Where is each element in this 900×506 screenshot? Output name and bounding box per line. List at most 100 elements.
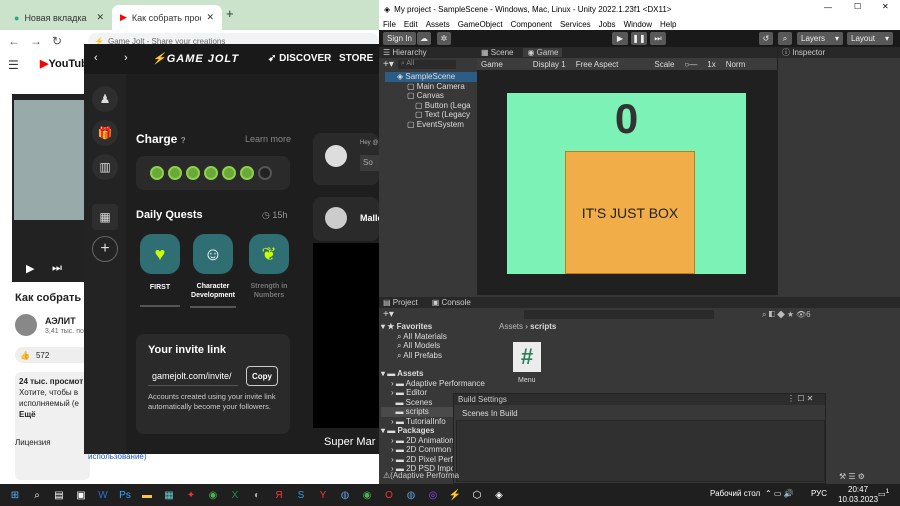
windows-start-icon[interactable]: ⊞ [4, 484, 26, 506]
forward-icon[interactable]: → [30, 34, 42, 48]
app-icon[interactable]: ✦ [180, 484, 202, 506]
nav-discover[interactable]: ➹ DISCOVER [268, 53, 331, 64]
add-icon[interactable]: +▾ [383, 59, 394, 70]
play-icon[interactable]: ▶ [612, 32, 628, 45]
tab-youtube[interactable]: ▶ Как собрать проект U ✕ [112, 5, 222, 30]
scenes-list[interactable] [456, 420, 825, 482]
excel-icon[interactable]: X [224, 484, 246, 506]
like-button[interactable]: 👍 572 [15, 347, 90, 363]
help-icon[interactable]: ? [181, 136, 186, 145]
description-box[interactable]: 24 тыс. просмот Хотите, чтобы в исполняе… [15, 372, 90, 480]
twitch-icon[interactable]: ◎ [422, 484, 444, 506]
tree-item[interactable]: ▢ Canvas [397, 91, 477, 101]
avatar[interactable] [15, 314, 37, 336]
post-title[interactable]: Super Mar [324, 436, 379, 448]
maximize-icon[interactable]: ☐ [797, 394, 804, 403]
invite-link-field[interactable]: gamejolt.com/invite/ [148, 366, 238, 386]
step-icon[interactable]: ⏭ [650, 32, 666, 45]
more-icon[interactable]: ⋮ [787, 394, 795, 403]
clock[interactable]: 20:47 10.03.2023 [838, 485, 878, 505]
tree-item[interactable]: ▢ Main Camera [397, 82, 477, 92]
menu-file[interactable]: File [383, 20, 396, 29]
notification-icon[interactable]: ▭1 [878, 488, 889, 499]
new-tab-icon[interactable]: + [226, 6, 234, 21]
display-dropdown[interactable]: Display 1 [533, 60, 566, 69]
hierarchy-search[interactable]: ⌕ All [397, 59, 456, 69]
widgets-icon[interactable]: ▣ [70, 484, 92, 506]
tab-console[interactable]: ▣ Console [432, 298, 471, 307]
copy-button[interactable]: Copy [246, 366, 278, 386]
quest-item[interactable]: ☺ Character Development [190, 234, 236, 308]
tree-item[interactable]: ▢ EventSystem [397, 120, 477, 130]
menu-window[interactable]: Window [624, 20, 652, 29]
scale-slider[interactable]: ○— [684, 60, 697, 69]
tree-assets[interactable]: ▾ ▬ Assets [381, 369, 497, 379]
collab-icon[interactable]: ✲ [437, 32, 451, 45]
close-icon[interactable]: ✕ [96, 12, 104, 23]
word-icon[interactable]: W [92, 484, 114, 506]
menu-edit[interactable]: Edit [404, 20, 418, 29]
add-icon[interactable]: +▾ [383, 309, 394, 320]
explorer-icon[interactable]: ▬ [136, 484, 158, 506]
steam-icon[interactable]: ◍ [400, 484, 422, 506]
tree-item[interactable]: ⌕ All Prefabs [381, 351, 497, 361]
inspector-tab[interactable]: ⓘ Inspector [778, 47, 900, 58]
skype-icon[interactable]: S [290, 484, 312, 506]
search-icon[interactable]: ⌕ [26, 484, 48, 506]
menu-help[interactable]: Help [660, 20, 676, 29]
reload-icon[interactable]: ↻ [52, 34, 62, 48]
task-view-icon[interactable]: ▤ [48, 484, 70, 506]
tree-item[interactable]: ▢ Button (Lega [397, 101, 477, 111]
minimize-icon[interactable]: — [824, 3, 832, 12]
status-icons[interactable]: ⚒ ☰ ⚙ [839, 472, 865, 481]
tree-item-scene[interactable]: ◈ SampleScene [385, 72, 477, 82]
quest-item[interactable]: ♥ FIRST [140, 234, 180, 307]
csharp-script-icon[interactable]: # [513, 342, 541, 372]
gamejolt-logo[interactable]: ⚡GAME JOLT [152, 52, 239, 65]
unity-icon[interactable]: ◈ [488, 484, 510, 506]
chrome-icon[interactable]: ◉ [356, 484, 378, 506]
tab-scene[interactable]: ▦ Scene [481, 48, 513, 57]
game-mode-dropdown[interactable]: Game [481, 60, 503, 69]
close-icon[interactable]: ✕ [807, 394, 814, 403]
menu-services[interactable]: Services [560, 20, 591, 29]
menu-component[interactable]: Component [511, 20, 552, 29]
layout-dropdown[interactable]: Layout ▾ [847, 32, 893, 45]
search-icon[interactable]: ⌕ [778, 32, 792, 45]
tree-item[interactable]: › ▬ Adaptive Performance [381, 379, 497, 389]
language-indicator[interactable]: РУС [811, 489, 827, 498]
project-search[interactable] [524, 310, 714, 319]
opera-icon[interactable]: O [378, 484, 400, 506]
app-icon[interactable]: ◐ [246, 484, 268, 506]
close-icon[interactable]: ✕ [206, 12, 214, 23]
forward-icon[interactable]: › [124, 52, 128, 64]
yandex-browser-icon[interactable]: Y [312, 484, 334, 506]
filter-icons[interactable]: ⌕ ◧ ◆ ★ 👁6 [762, 310, 811, 320]
close-icon[interactable]: ✕ [882, 2, 889, 11]
photoshop-icon[interactable]: Ps [114, 484, 136, 506]
back-icon[interactable]: ‹ [94, 52, 98, 64]
feed-composer[interactable]: Hey @ So [313, 133, 380, 185]
cloud-icon[interactable]: ☁ [417, 32, 431, 45]
history-icon[interactable]: ↺ [759, 32, 773, 45]
play-icon[interactable]: ▶ [26, 262, 34, 275]
sign-in-button[interactable]: Sign In [383, 32, 416, 45]
video-player[interactable]: ▶ ⏭ [12, 94, 90, 282]
maximize-icon[interactable]: ☐ [854, 2, 861, 11]
gamejolt-icon[interactable]: ⚡ [444, 484, 466, 506]
hierarchy-tab[interactable]: ☰ Hierarchy [379, 47, 477, 58]
game-box[interactable]: IT'S JUST BOX [565, 151, 695, 274]
yandex-icon[interactable]: Я [268, 484, 290, 506]
tab-game[interactable]: ◉ Game [523, 48, 563, 57]
menu-icon[interactable]: ☰ [8, 58, 19, 72]
game-viewport[interactable]: 0 IT'S JUST BOX [507, 93, 746, 274]
unity-hub-icon[interactable]: ⬡ [466, 484, 488, 506]
menu-assets[interactable]: Assets [426, 20, 450, 29]
desktop-label[interactable]: Рабочий стол [710, 489, 760, 498]
tab-project[interactable]: ▤ Project [383, 298, 418, 307]
norm-dropdown[interactable]: Norm [726, 60, 746, 69]
quest-item[interactable]: ❦ Strength in Numbers [246, 234, 292, 300]
feed-post[interactable]: Malle [313, 197, 383, 241]
channel-name[interactable]: АЭЛИТ [45, 316, 76, 326]
qr-icon[interactable]: ▦ [92, 204, 118, 230]
